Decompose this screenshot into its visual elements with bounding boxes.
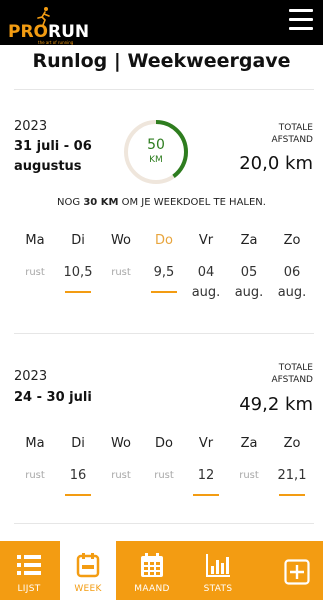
nav-label: LIJST — [17, 584, 41, 594]
day-column-vr[interactable]: Vr 12 — [184, 436, 228, 486]
day-month: aug. — [191, 285, 221, 300]
list-icon — [17, 555, 41, 575]
week-range: 24 - 30 juli — [14, 388, 92, 408]
week-range: 31 juli - 06 augustus — [14, 137, 92, 177]
rest-day-label: rust — [111, 470, 131, 481]
logo-tagline: the art of running — [38, 40, 74, 45]
day-column-za[interactable]: Za 05 aug. — [227, 233, 271, 303]
run-indicator-bar — [193, 494, 219, 496]
week-range-line1: 31 juli - 06 — [14, 139, 92, 154]
day-name: Wo — [110, 436, 132, 451]
divider — [14, 89, 314, 90]
day-name: Di — [71, 233, 85, 248]
day-month: aug. — [277, 285, 307, 300]
total-distance-value: 49,2 km — [239, 394, 313, 415]
week-range-line1: 24 - 30 juli — [14, 390, 92, 405]
hamburger-icon-line — [289, 9, 313, 12]
total-label-line2: AFSTAND — [271, 375, 313, 385]
add-icon — [284, 559, 310, 585]
logo-wordmark: PRORUN — [8, 22, 90, 42]
total-distance-label: TOTALE AFSTAND — [223, 362, 313, 386]
week-range-line2: augustus — [14, 159, 82, 174]
day-distance: 12 — [197, 468, 215, 483]
goal-prefix: NOG — [57, 197, 81, 208]
day-column-ma[interactable]: Ma rust — [13, 436, 57, 486]
app-header: PRORUN the art of running — [0, 0, 323, 45]
nav-label: MAAND — [134, 584, 170, 594]
total-distance-label: TOTALE AFSTAND — [223, 122, 313, 146]
menu-button[interactable] — [289, 9, 313, 31]
run-indicator-bar — [65, 494, 91, 496]
rest-day-label: rust — [154, 470, 174, 481]
day-name: Za — [240, 436, 258, 451]
day-column-vr[interactable]: Vr 04 aug. — [184, 233, 228, 303]
week-year: 2023 — [14, 119, 48, 134]
divider — [14, 523, 314, 524]
total-distance-value: 20,0 km — [239, 153, 313, 174]
nav-lijst[interactable]: LIJST — [0, 541, 58, 600]
day-column-do[interactable]: Do 9,5 — [142, 233, 186, 283]
day-distance: 21,1 — [277, 468, 307, 483]
rest-day-label: rust — [111, 267, 131, 278]
rest-day-label: rust — [25, 470, 45, 481]
nav-label: WEEK — [74, 584, 102, 594]
nav-stats[interactable]: STATS — [188, 541, 248, 600]
day-name: Ma — [25, 233, 45, 248]
goal-message: NOG 30 KM OM JE WEEKDOEL TE HALEN. — [0, 197, 323, 208]
goal-suffix: OM JE WEEKDOEL TE HALEN. — [121, 197, 266, 208]
calendar-week-icon — [76, 553, 100, 578]
day-column-zo[interactable]: Zo 21,1 — [270, 436, 314, 486]
day-distance: 9,5 — [153, 265, 175, 280]
day-name: Za — [240, 233, 258, 248]
day-column-zo[interactable]: Zo 06 aug. — [270, 233, 314, 303]
weekly-goal-ring: 50 KM — [122, 118, 190, 186]
ring-goal-value: 50 — [147, 137, 165, 153]
day-column-di[interactable]: Di 16 — [56, 436, 100, 486]
day-name: Wo — [110, 233, 132, 248]
prorun-logo[interactable]: PRORUN the art of running — [8, 4, 90, 45]
divider — [14, 333, 314, 334]
day-date: 06 — [283, 265, 301, 280]
calendar-month-icon — [141, 553, 163, 577]
run-indicator-bar — [65, 291, 91, 293]
day-distance: 10,5 — [63, 265, 93, 280]
day-column-wo[interactable]: Wo rust — [99, 436, 143, 486]
day-column-do[interactable]: Do rust — [142, 436, 186, 486]
day-name: Do — [155, 233, 173, 248]
day-name: Vr — [198, 436, 214, 451]
run-indicator-bar — [279, 494, 305, 496]
hamburger-icon-line — [289, 27, 313, 30]
day-name: Zo — [283, 436, 301, 451]
bar-chart-icon — [206, 554, 230, 577]
day-month: aug. — [234, 285, 264, 300]
day-name: Do — [155, 436, 173, 451]
day-distance: 16 — [69, 468, 87, 483]
total-label-line1: TOTALE — [278, 123, 313, 133]
run-indicator-bar — [151, 291, 177, 293]
page-title: Runlog | Weekweergave — [32, 50, 291, 72]
rest-day-label: rust — [25, 267, 45, 278]
nav-label: STATS — [203, 584, 233, 594]
add-run-button[interactable] — [270, 541, 323, 600]
day-date: 04 — [197, 265, 215, 280]
hamburger-icon-line — [289, 18, 313, 21]
total-label-line1: TOTALE — [278, 363, 313, 373]
day-name: Zo — [283, 233, 301, 248]
day-name: Vr — [198, 233, 214, 248]
bottom-navigation: LIJST WEEK MAAND STATS — [0, 541, 323, 600]
day-column-za[interactable]: Za rust — [227, 436, 271, 486]
day-name: Di — [71, 436, 85, 451]
rest-day-label: rust — [239, 470, 259, 481]
total-label-line2: AFSTAND — [271, 135, 313, 145]
nav-maand[interactable]: MAAND — [122, 541, 182, 600]
week-year: 2023 — [14, 369, 48, 384]
day-date: 05 — [240, 265, 258, 280]
goal-remaining: 30 KM — [83, 197, 119, 208]
day-column-di[interactable]: Di 10,5 — [56, 233, 100, 283]
day-column-wo[interactable]: Wo rust — [99, 233, 143, 283]
ring-goal-unit: KM — [149, 155, 163, 165]
day-column-ma[interactable]: Ma rust — [13, 233, 57, 283]
nav-week[interactable]: WEEK — [60, 541, 116, 600]
day-name: Ma — [25, 436, 45, 451]
